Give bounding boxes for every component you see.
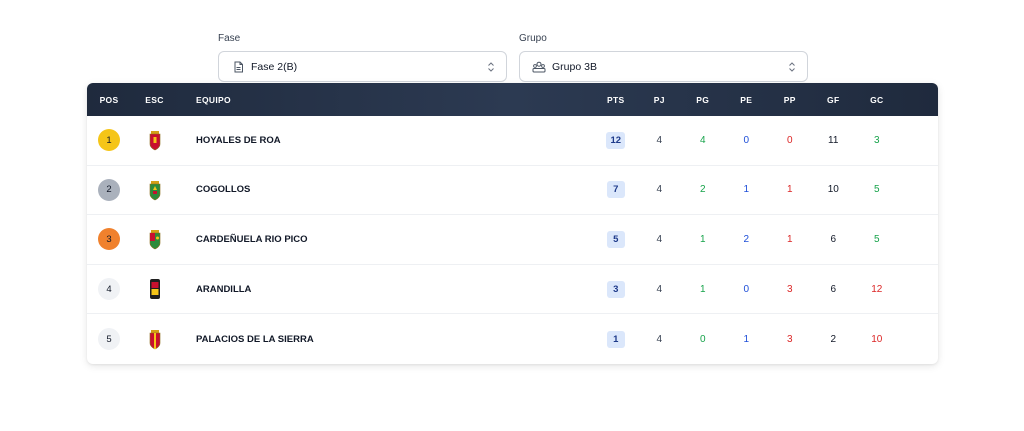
stat-pp: 1 xyxy=(786,184,793,196)
stat-pe: 0 xyxy=(743,134,750,146)
position-badge: 3 xyxy=(98,228,120,251)
header-pg: PG xyxy=(696,94,710,105)
stat-pe: 1 xyxy=(743,184,750,196)
header-gf: GF xyxy=(827,94,840,105)
stat-pj: 4 xyxy=(656,184,663,196)
table-row[interactable]: 5 PALACIOS DE LA SIERRA 1 4 0 1 3 2 10 xyxy=(87,314,938,364)
table-row[interactable]: 2 COGOLLOS 7 4 2 1 1 10 5 xyxy=(87,166,938,216)
stat-pp: 0 xyxy=(786,134,793,146)
grupo-label: Grupo xyxy=(519,33,547,44)
table-row[interactable]: 1 HOYALES DE ROA 12 4 4 0 0 11 3 xyxy=(87,116,938,166)
team-name: HOYALES DE ROA xyxy=(196,134,281,146)
team-crest-icon xyxy=(149,230,160,250)
stat-pg: 0 xyxy=(699,333,706,345)
team-crest-icon xyxy=(149,330,160,350)
table-row[interactable]: 3 CARDEÑUELA RIO PICO 5 4 1 2 1 6 5 xyxy=(87,215,938,265)
header-pts: PTS xyxy=(607,94,625,105)
stat-pg: 4 xyxy=(699,134,706,146)
stat-pp: 3 xyxy=(786,333,793,345)
table-row[interactable]: 4 ARANDILLA 3 4 1 0 3 6 12 xyxy=(87,265,938,315)
stat-pj: 4 xyxy=(656,333,663,345)
stat-gc: 3 xyxy=(873,134,880,146)
fase-label: Fase xyxy=(218,33,241,44)
position-badge: 1 xyxy=(98,129,120,152)
filters-bar: Fase Fase 2(B) Grupo Grupo 3B xyxy=(218,33,808,82)
stat-pe: 0 xyxy=(743,283,750,295)
stat-pp: 3 xyxy=(786,283,793,295)
header-esc: ESC xyxy=(145,94,164,105)
document-icon xyxy=(231,60,245,74)
stat-gf: 10 xyxy=(827,184,839,196)
group-icon xyxy=(532,60,546,74)
stat-pj: 4 xyxy=(656,134,663,146)
header-pe: PE xyxy=(740,94,753,105)
fase-filter: Fase Fase 2(B) xyxy=(218,33,507,82)
team-name: COGOLLOS xyxy=(196,184,251,196)
header-pp: PP xyxy=(783,94,796,105)
team-crest-icon xyxy=(149,180,160,201)
stat-gf: 6 xyxy=(830,283,837,295)
grupo-value: Grupo 3B xyxy=(552,60,597,73)
stat-gc: 5 xyxy=(873,184,880,196)
header-pj: PJ xyxy=(653,94,665,105)
stat-pe: 2 xyxy=(743,233,750,245)
fase-value: Fase 2(B) xyxy=(251,60,298,73)
stat-gf: 6 xyxy=(830,233,837,245)
position-badge: 2 xyxy=(98,178,120,201)
stat-pg: 1 xyxy=(699,283,706,295)
chevron-up-down-icon xyxy=(486,60,496,74)
stat-gc: 5 xyxy=(873,233,880,245)
stat-pp: 1 xyxy=(786,233,793,245)
points-badge: 7 xyxy=(606,181,625,199)
stat-pg: 2 xyxy=(699,184,706,196)
table-header: POS ESC EQUIPO PTS PJ PG PE PP GF GC xyxy=(87,83,938,116)
stat-pe: 1 xyxy=(743,333,750,345)
stat-pj: 4 xyxy=(656,233,663,245)
grupo-filter: Grupo Grupo 3B xyxy=(519,33,808,82)
stat-gc: 12 xyxy=(871,283,883,295)
stat-gc: 10 xyxy=(871,333,883,345)
position-badge: 4 xyxy=(98,278,120,301)
header-pos: POS xyxy=(99,94,119,105)
fase-select[interactable]: Fase 2(B) xyxy=(218,51,507,82)
header-team: EQUIPO xyxy=(196,94,231,105)
team-name: CARDEÑUELA RIO PICO xyxy=(196,233,308,245)
team-name: PALACIOS DE LA SIERRA xyxy=(196,333,314,345)
points-badge: 5 xyxy=(606,230,625,248)
standings-table: POS ESC EQUIPO PTS PJ PG PE PP GF GC 1 H… xyxy=(87,83,938,364)
stat-pj: 4 xyxy=(656,283,663,295)
chevron-up-down-icon xyxy=(787,60,797,74)
grupo-select[interactable]: Grupo 3B xyxy=(519,51,808,82)
header-gc: GC xyxy=(870,94,884,105)
points-badge: 3 xyxy=(606,280,625,298)
stat-pg: 1 xyxy=(699,233,706,245)
stat-gf: 11 xyxy=(828,134,839,146)
stat-gf: 2 xyxy=(830,333,837,345)
team-name: ARANDILLA xyxy=(196,283,252,295)
points-badge: 1 xyxy=(606,330,625,348)
position-badge: 5 xyxy=(98,328,120,351)
team-crest-icon xyxy=(149,131,160,151)
points-badge: 12 xyxy=(606,131,626,149)
team-crest-icon xyxy=(149,279,160,300)
